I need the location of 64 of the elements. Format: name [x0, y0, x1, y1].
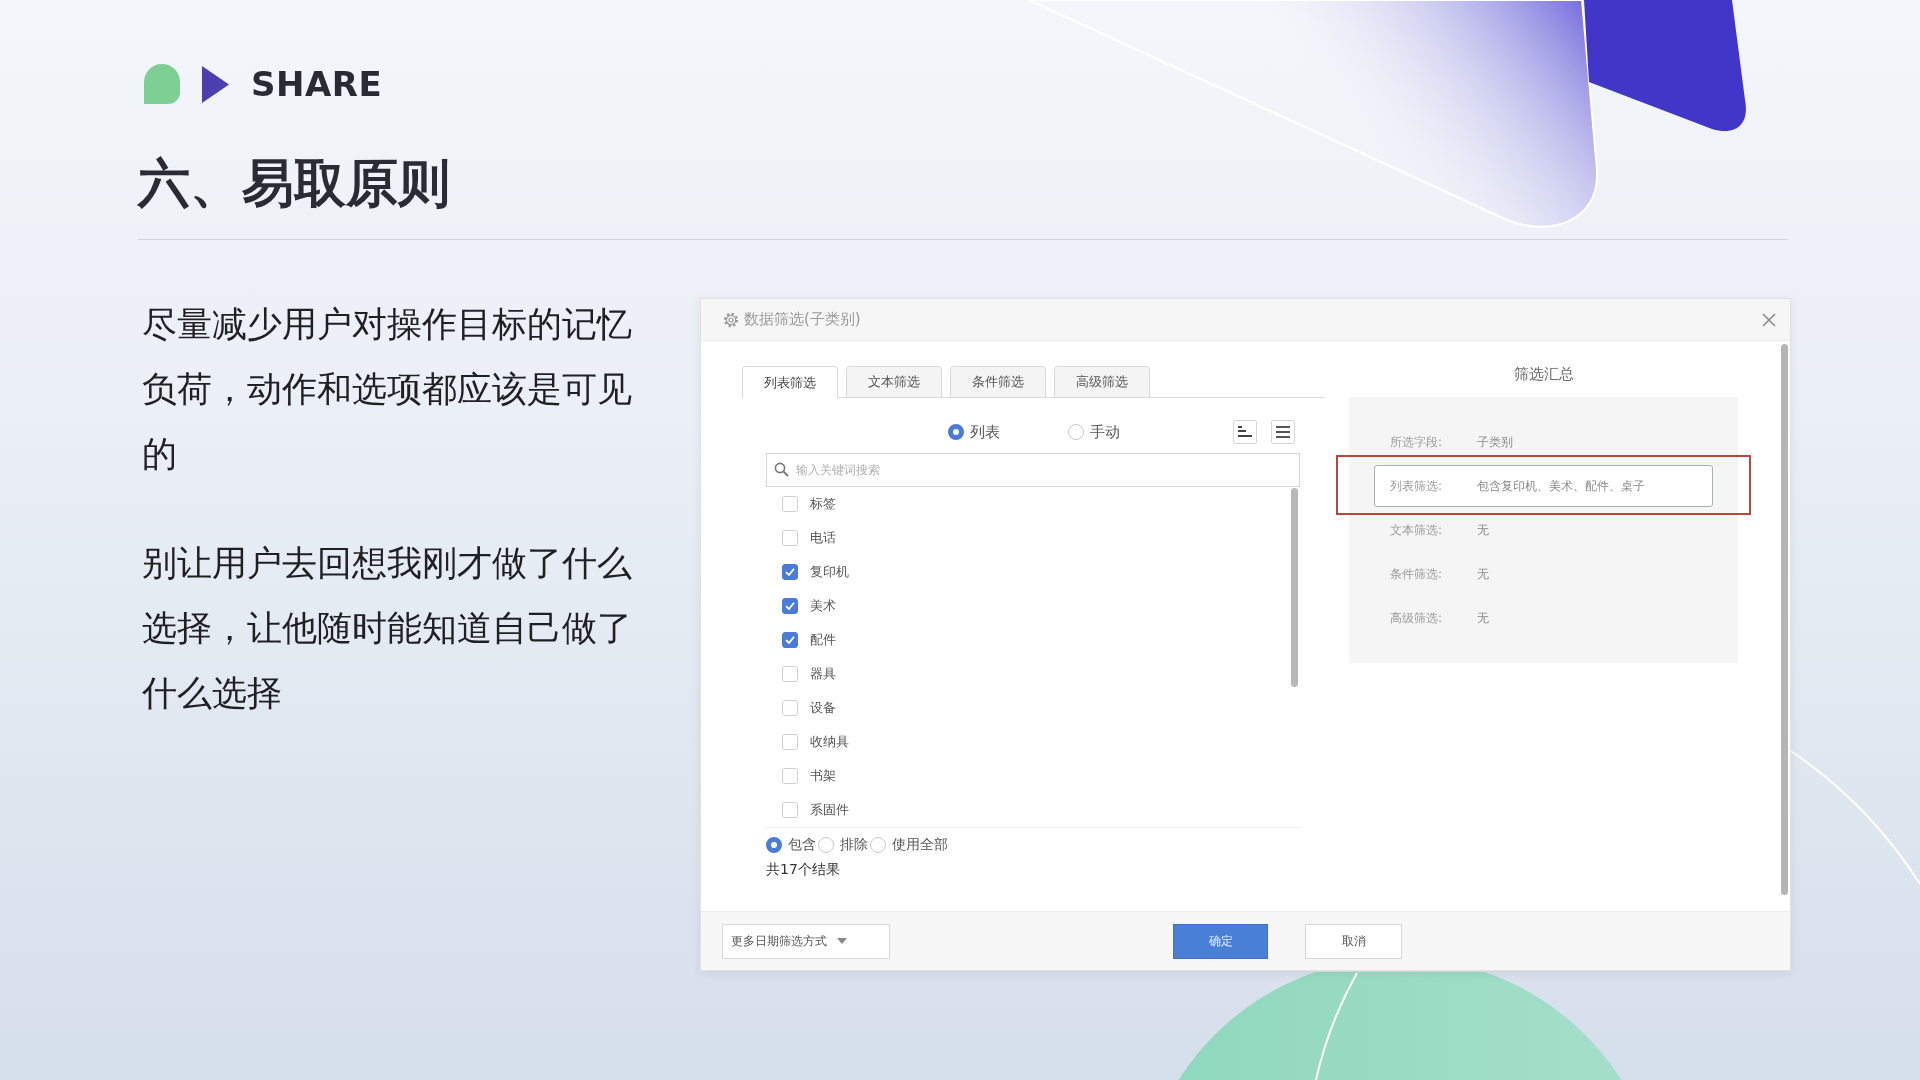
radio-label[interactable]: 排除 — [840, 836, 868, 854]
close-button[interactable] — [1761, 311, 1777, 328]
cancel-button[interactable]: 取消 — [1305, 923, 1402, 959]
item-label[interactable]: 复印机 — [810, 563, 849, 581]
radio-button[interactable] — [947, 424, 964, 440]
tab[interactable]: 条件筛选 — [950, 366, 1046, 397]
radio-button[interactable] — [818, 837, 834, 853]
item-label[interactable]: 配件 — [810, 631, 836, 649]
tab[interactable]: 文本筛选 — [846, 366, 942, 397]
tab[interactable]: 列表筛选 — [742, 366, 838, 398]
summary-label: 高级筛选: — [1390, 609, 1444, 627]
list-icon — [1276, 426, 1290, 438]
check-icon — [783, 565, 797, 579]
date-filter-dropdown[interactable]: 更多日期筛选方式 — [722, 923, 890, 959]
dialog-title: 数据筛选(子类别) — [744, 310, 861, 329]
checkbox[interactable] — [782, 598, 798, 614]
search-icon — [774, 462, 789, 477]
radio-label[interactable]: 列表 — [969, 422, 1000, 442]
result-count: 共17个结果 — [766, 860, 840, 879]
settings-icon — [723, 311, 739, 328]
caret-icon — [837, 938, 847, 944]
list-button[interactable] — [1271, 420, 1295, 444]
summary-label: 所选字段: — [1390, 433, 1444, 451]
scrollbar-thumb[interactable] — [1291, 488, 1298, 687]
close-icon — [1762, 312, 1776, 327]
scrollbar-thumb[interactable] — [1781, 344, 1788, 895]
radio-button[interactable] — [1067, 424, 1084, 440]
checkbox[interactable] — [782, 564, 798, 580]
summary-title: 筛选汇总 — [1513, 364, 1574, 385]
brand-name: SHARE — [251, 64, 383, 104]
sort-icon — [1238, 426, 1252, 438]
item-label[interactable]: 书架 — [810, 767, 836, 785]
sort-button[interactable] — [1233, 420, 1257, 444]
summary-label: 条件筛选: — [1390, 565, 1444, 583]
summary-value: 无 — [1477, 565, 1489, 583]
tab[interactable]: 高级筛选 — [1054, 366, 1150, 397]
item-label[interactable]: 设备 — [810, 699, 836, 717]
item-label[interactable]: 美术 — [810, 597, 836, 615]
body-paragraph: 尽量减少用户对操作目标的记忆负荷，动作和选项都应该是可见的 — [142, 303, 633, 476]
radio-button[interactable] — [766, 837, 782, 853]
slide-title: 六、易取原则 — [138, 152, 450, 215]
confirm-button[interactable]: 确定 — [1173, 923, 1268, 959]
summary-value: 无 — [1477, 609, 1489, 627]
item-label[interactable]: 器具 — [810, 665, 836, 683]
play-icon — [202, 65, 229, 103]
summary-label: 文本筛选: — [1390, 521, 1444, 539]
item-label[interactable]: 系固件 — [810, 801, 849, 819]
item-label[interactable]: 收纳具 — [810, 733, 849, 751]
summary-value: 无 — [1477, 521, 1489, 539]
item-label[interactable]: 电话 — [810, 529, 836, 547]
check-icon — [783, 599, 797, 613]
checkbox[interactable] — [782, 632, 798, 648]
summary-value: 子类别 — [1477, 433, 1513, 451]
radio-label[interactable]: 使用全部 — [892, 836, 948, 854]
item-label[interactable]: 标签 — [810, 495, 836, 513]
summary-label: 列表筛选: — [1390, 477, 1444, 495]
body-paragraph: 别让用户去回想我刚才做了什么选择，让他随时能知道自己做了什么选择 — [142, 542, 633, 715]
radio-button[interactable] — [870, 837, 886, 853]
check-icon — [783, 633, 797, 647]
search-field[interactable]: 输入关键词搜索 — [766, 453, 1300, 487]
radio-label[interactable]: 手动 — [1089, 422, 1120, 442]
summary-value: 包含复印机、美术、配件、桌子 — [1477, 477, 1645, 495]
radio-label[interactable]: 包含 — [788, 836, 816, 854]
blob-icon — [144, 64, 180, 104]
